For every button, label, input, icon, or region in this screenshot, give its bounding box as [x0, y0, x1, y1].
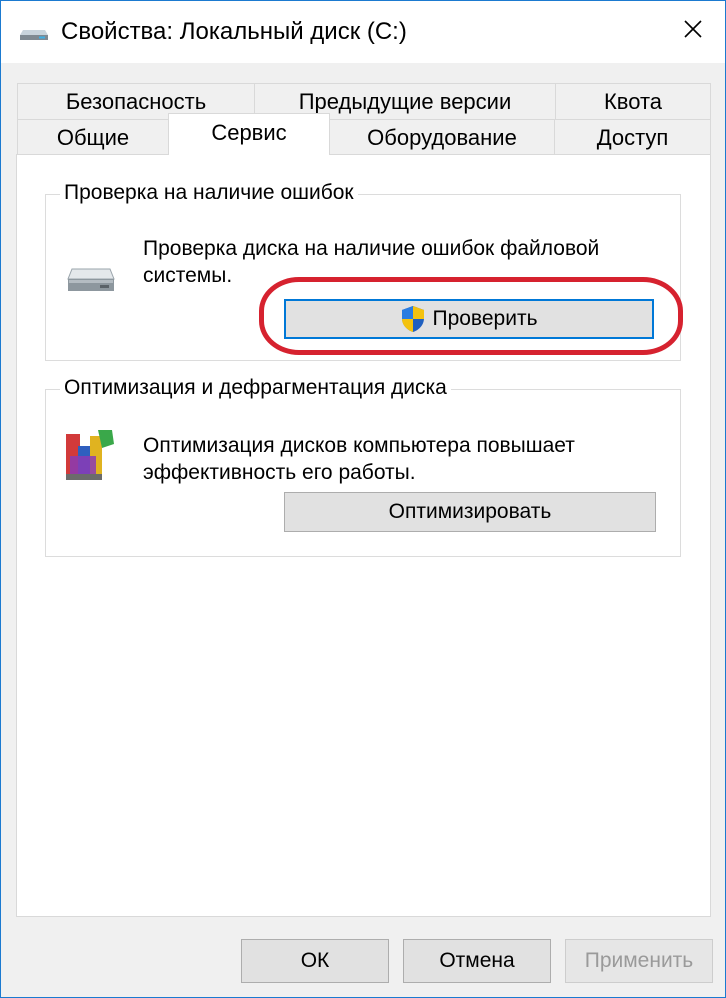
tab-panel: Проверка на наличие ошибок Проверка диск…	[16, 154, 711, 917]
check-button-label: Проверить	[432, 307, 538, 330]
drive-icon	[66, 265, 116, 300]
apply-button[interactable]: Применить	[565, 939, 713, 983]
ok-button[interactable]: ОК	[241, 939, 389, 983]
error-check-group: Проверка на наличие ошибок Проверка диск…	[45, 181, 681, 361]
window-title: Свойства: Локальный диск (C:)	[61, 18, 407, 45]
optimize-button[interactable]: Оптимизировать	[284, 492, 656, 532]
error-check-title: Проверка на наличие ошибок	[60, 181, 358, 205]
title-bar[interactable]: Свойства: Локальный диск (C:)	[1, 1, 725, 63]
tab-general[interactable]: Общие	[17, 119, 169, 155]
drive-title-icon	[19, 25, 49, 41]
optimize-title: Оптимизация и дефрагментация диска	[60, 376, 451, 400]
cancel-button[interactable]: Отмена	[403, 939, 551, 983]
tab-sharing[interactable]: Доступ	[554, 119, 711, 155]
error-check-description-line1: Проверка диска на наличие ошибок файлово…	[143, 237, 600, 260]
tab-hardware[interactable]: Оборудование	[329, 119, 555, 155]
error-check-description-line2: системы.	[143, 264, 233, 287]
optimize-description-line1: Оптимизация дисков компьютера повышает	[143, 434, 575, 457]
tab-quota[interactable]: Квота	[555, 83, 711, 119]
defrag-icon	[62, 426, 116, 491]
optimize-description-line2: эффективность его работы.	[143, 461, 416, 484]
check-button[interactable]: Проверить	[284, 299, 654, 339]
uac-shield-icon	[400, 305, 426, 333]
close-icon	[683, 19, 703, 44]
optimize-group: Оптимизация и дефрагментация диска Оптим…	[45, 376, 681, 557]
properties-window: Свойства: Локальный диск (C:) Безопаснос…	[0, 0, 726, 998]
tab-service[interactable]: Сервис	[168, 113, 330, 155]
close-button[interactable]	[671, 11, 715, 51]
